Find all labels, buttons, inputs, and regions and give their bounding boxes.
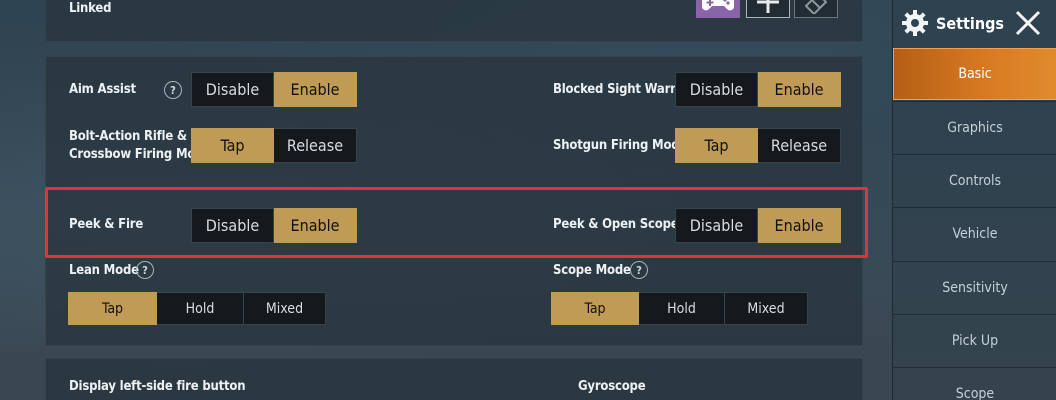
sidebar-item-sensitivity[interactable]: Sensitivity xyxy=(893,261,1056,314)
fire-button-panel: Display left-side fire button Gyroscope xyxy=(45,358,863,400)
lean-mode-tap-button[interactable]: Tap xyxy=(68,292,157,325)
scope-mode-help-icon[interactable]: ? xyxy=(630,261,648,279)
lean-mode-hold-button[interactable]: Hold xyxy=(157,292,244,325)
sidebar-item-scope[interactable]: Scope xyxy=(893,367,1056,400)
sidebar-header: Settings xyxy=(893,0,1056,46)
gamepad-icon xyxy=(701,0,735,10)
aim-assist-disable-button[interactable]: Disable xyxy=(191,72,274,107)
aim-assist-enable-button[interactable]: Enable xyxy=(274,72,357,107)
bolt-action-toggle: Tap Release xyxy=(191,128,357,163)
scope-mode-selector: Tap Hold Mixed xyxy=(551,292,808,325)
peek-fire-enable-button[interactable]: Enable xyxy=(274,208,357,243)
peek-fire-disable-button[interactable]: Disable xyxy=(191,208,274,243)
bolt-action-label-line1: Bolt-Action Rifle & xyxy=(69,129,187,144)
blocked-sight-disable-button[interactable]: Disable xyxy=(675,72,758,107)
peek-scope-label: Peek & Open Scope xyxy=(553,217,679,232)
sidebar-item-pick-up[interactable]: Pick Up xyxy=(893,314,1056,367)
shotgun-label: Shotgun Firing Mode xyxy=(553,138,688,153)
sidebar-item-vehicle[interactable]: Vehicle xyxy=(893,207,1056,260)
sidebar-item-basic[interactable]: Basic xyxy=(893,48,1056,100)
left-fire-button-label: Display left-side fire button xyxy=(69,379,246,394)
peek-scope-disable-button[interactable]: Disable xyxy=(675,208,758,243)
linked-panel: Linked xyxy=(45,0,863,42)
settings-title: Settings xyxy=(936,13,1004,33)
eraser-icon xyxy=(804,0,828,14)
linked-label: Linked xyxy=(69,1,112,16)
shotgun-toggle: Tap Release xyxy=(675,128,841,163)
scope-mode-hold-button[interactable]: Hold xyxy=(639,292,725,325)
gamepad-button[interactable] xyxy=(696,0,740,18)
scope-mode-tap-button[interactable]: Tap xyxy=(551,292,639,325)
peek-fire-label: Peek & Fire xyxy=(69,217,144,232)
peek-scope-enable-button[interactable]: Enable xyxy=(758,208,841,243)
lean-mode-label: Lean Mode xyxy=(69,263,139,278)
bolt-action-tap-button[interactable]: Tap xyxy=(191,128,274,163)
sidebar-item-controls[interactable]: Controls xyxy=(893,154,1056,207)
gear-icon xyxy=(902,10,928,36)
sidebar-item-graphics[interactable]: Graphics xyxy=(893,101,1056,154)
add-button[interactable] xyxy=(746,0,790,18)
shotgun-tap-button[interactable]: Tap xyxy=(675,128,758,163)
scope-mode-mixed-button[interactable]: Mixed xyxy=(725,292,808,325)
peek-scope-toggle: Disable Enable xyxy=(675,208,841,243)
aim-assist-toggle: Disable Enable xyxy=(191,72,357,107)
erase-button[interactable] xyxy=(794,0,838,18)
close-icon[interactable] xyxy=(1014,9,1042,37)
peek-fire-toggle: Disable Enable xyxy=(191,208,357,243)
scope-mode-label: Scope Mode xyxy=(553,263,631,278)
bolt-action-release-button[interactable]: Release xyxy=(274,128,357,163)
lean-mode-selector: Tap Hold Mixed xyxy=(68,292,326,325)
gyroscope-label: Gyroscope xyxy=(578,379,646,394)
lean-mode-help-icon[interactable]: ? xyxy=(136,261,154,279)
blocked-sight-enable-button[interactable]: Enable xyxy=(758,72,841,107)
settings-sidebar: Settings Basic Graphics Controls Vehicle… xyxy=(892,0,1056,400)
aim-assist-label: Aim Assist xyxy=(69,82,136,97)
plus-icon xyxy=(757,0,779,13)
lean-mode-mixed-button[interactable]: Mixed xyxy=(244,292,326,325)
aim-assist-help-icon[interactable]: ? xyxy=(164,81,182,99)
blocked-sight-toggle: Disable Enable xyxy=(675,72,841,107)
bolt-action-label-line2: Crossbow Firing Mode xyxy=(69,147,212,162)
shotgun-release-button[interactable]: Release xyxy=(758,128,841,163)
